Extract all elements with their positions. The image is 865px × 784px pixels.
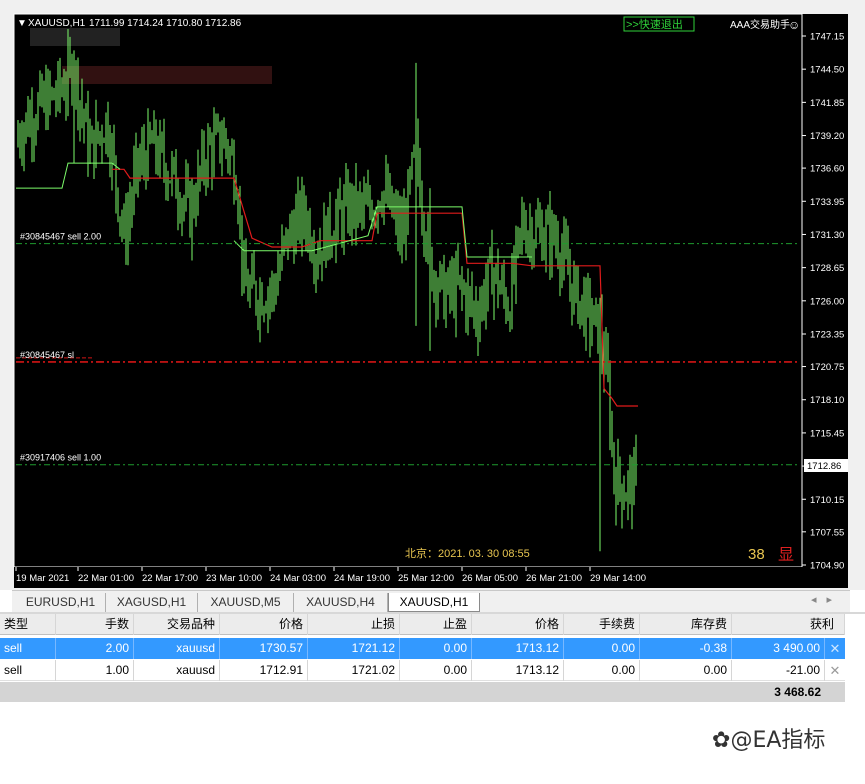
- price-tick-label: 1731.30: [810, 230, 844, 241]
- col-swap[interactable]: 库存费: [640, 614, 732, 635]
- tab-xauusd-h4[interactable]: XAUUSD,H4: [294, 593, 388, 612]
- time-tick-label: 22 Mar 01:00: [78, 573, 134, 584]
- time-tick-label: 26 Mar 05:00: [462, 573, 518, 584]
- price-tick-label: 1736.60: [810, 164, 844, 175]
- tab-scroll-arrows[interactable]: ◂▸: [811, 593, 842, 606]
- tab-xagusd-h1[interactable]: XAGUSD,H1: [106, 593, 198, 612]
- watermark: ✿@EA指标: [712, 728, 826, 753]
- collapse-arrow-icon[interactable]: ▼: [17, 18, 27, 29]
- beijing-time: 北京：2021. 03. 30 08:55: [405, 546, 530, 560]
- price-tick-label: 1707.55: [810, 527, 844, 538]
- col-open-price[interactable]: 价格: [220, 614, 308, 635]
- blurred-region: [62, 66, 272, 84]
- price-tick-label: 1715.45: [810, 428, 844, 439]
- price-tick-label: 1726.00: [810, 296, 844, 307]
- order-line-label: #30845467 sell 2.00: [20, 232, 101, 242]
- price-tick-label: 1733.95: [810, 197, 844, 208]
- tab-xauusd-m5[interactable]: XAUUSD,M5: [198, 593, 294, 612]
- order-line-label: #30917406 sell 1.00: [20, 453, 101, 463]
- price-tick-label: 1718.10: [810, 395, 844, 406]
- order-line-label: #30845467 sl: [20, 350, 74, 360]
- show-toggle[interactable]: 显: [778, 547, 794, 564]
- time-tick-label: 22 Mar 17:00: [142, 573, 198, 584]
- price-tick-label: 1723.35: [810, 329, 844, 340]
- symbol-info: XAUUSD,H1: [28, 18, 86, 29]
- time-tick-label: 24 Mar 19:00: [334, 573, 390, 584]
- price-chart[interactable]: #30845467 sell 2.00 #30845467 sl #30917406…: [12, 12, 850, 590]
- total-profit: 3 468.62: [774, 685, 821, 699]
- col-current-price[interactable]: 价格: [472, 614, 564, 635]
- time-tick-label: 24 Mar 03:00: [270, 573, 326, 584]
- price-tick-label: 1741.85: [810, 98, 844, 109]
- terminal-header-row: 类型 手数 交易品种 价格 止损 止盈 价格 手续费 库存费 获利: [0, 614, 845, 635]
- chart-tabs-bar: EURUSD,H1 XAGUSD,H1 XAUUSD,M5 XAUUSD,H4 …: [12, 590, 850, 612]
- trade-terminal: 类型 手数 交易品种 价格 止损 止盈 价格 手续费 库存费 获利 sell 2…: [0, 614, 845, 706]
- price-tick-label: 1747.15: [810, 32, 844, 43]
- time-tick-label: 23 Mar 10:00: [206, 573, 262, 584]
- close-order-icon[interactable]: ✕: [825, 638, 845, 659]
- price-tick-label: 1744.50: [810, 65, 844, 76]
- time-tick-label: 25 Mar 12:00: [398, 573, 454, 584]
- table-row[interactable]: sell 1.00 xauusd 1712.91 1721.02 0.00 17…: [0, 660, 845, 681]
- col-take-profit[interactable]: 止盈: [400, 614, 472, 635]
- chart-frame: #30845467 sell 2.00 #30845467 sl #30917406…: [0, 0, 865, 590]
- col-type[interactable]: 类型: [0, 614, 56, 635]
- plot-background: [14, 14, 802, 567]
- price-tick-label: 1728.65: [810, 263, 844, 274]
- col-lots[interactable]: 手数: [56, 614, 134, 635]
- current-price-value: 1712.86: [807, 461, 841, 472]
- table-row[interactable]: sell 2.00 xauusd 1730.57 1721.12 0.00 17…: [0, 638, 845, 659]
- col-symbol[interactable]: 交易品种: [134, 614, 220, 635]
- close-order-icon[interactable]: ✕: [825, 660, 845, 681]
- tab-eurusd-h1[interactable]: EURUSD,H1: [16, 593, 106, 612]
- total-row: 3 468.62: [0, 682, 845, 702]
- col-commission[interactable]: 手续费: [564, 614, 640, 635]
- col-stop-loss[interactable]: 止损: [308, 614, 400, 635]
- col-profit[interactable]: 获利: [732, 614, 845, 635]
- price-tick-label: 1704.90: [810, 561, 844, 572]
- price-tick-label: 1720.75: [810, 362, 844, 373]
- quick-exit-button[interactable]: >>快速退出: [626, 17, 683, 31]
- price-tick-label: 1739.20: [810, 131, 844, 142]
- price-tick-label: 1710.15: [810, 495, 844, 506]
- time-tick-label: 26 Mar 21:00: [526, 573, 582, 584]
- chart-window[interactable]: #30845467 sell 2.00 #30845467 sl #30917406…: [12, 12, 850, 590]
- blurred-region: [30, 28, 120, 46]
- tab-xauusd-h1[interactable]: XAUUSD,H1: [388, 593, 480, 612]
- assistant-label: AAA交易助手: [730, 18, 790, 31]
- time-tick-label: 19 Mar 2021: [16, 573, 69, 584]
- time-tick-label: 29 Mar 14:00: [590, 573, 646, 584]
- ohlc-readout: 1711.99 1714.24 1710.80 1712.86: [89, 18, 242, 29]
- watermark-logo-icon: ✿: [712, 728, 731, 753]
- smiley-icon: ☺: [788, 18, 800, 32]
- counter-value: 38: [748, 546, 765, 563]
